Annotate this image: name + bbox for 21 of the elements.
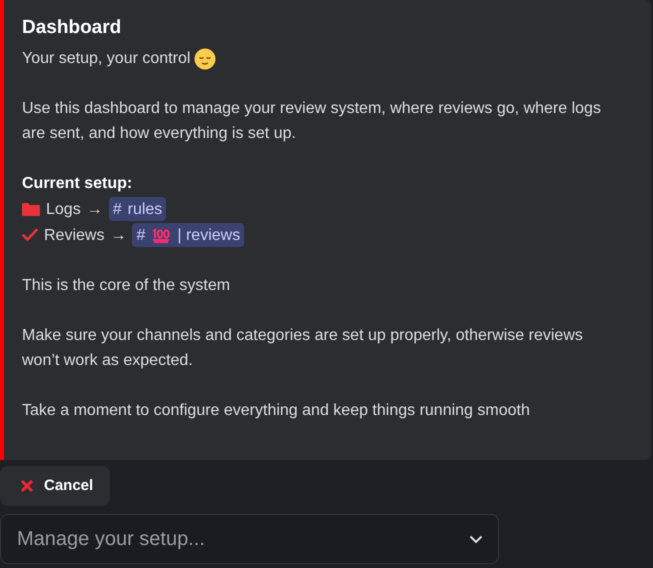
close-icon — [20, 479, 34, 493]
channel-mention[interactable]: # rules — [108, 197, 166, 221]
setup-label: Logs — [46, 200, 81, 220]
check-icon — [22, 228, 38, 242]
cancel-button[interactable]: Cancel — [0, 466, 110, 506]
paragraph-text: Take a moment to configure everything and keep things running smooth — [22, 401, 531, 421]
embed-title: Dashboard — [22, 16, 122, 40]
arrow-text: → — [86, 200, 103, 220]
channel-mention[interactable]: # | reviews — [132, 223, 244, 247]
paragraph-text: Make sure your channels and categories are set up properly, otherwise reviews won’t work as expected. — [22, 326, 584, 371]
tagline-text: Your setup, your control — [22, 49, 190, 69]
arrow-text: → — [110, 226, 126, 246]
intro-text: Use this dashboard to manage your review system, where reviews go, where logs are sent, and how everything is set up. — [22, 99, 602, 144]
hundred-points-icon — [151, 227, 172, 243]
folder-icon — [22, 202, 40, 216]
setup-label: Reviews — [44, 226, 104, 246]
setup-heading: Current setup: — [22, 174, 132, 194]
select-field[interactable]: Manage your setup... — [0, 514, 499, 564]
paragraph-text: This is the core of the system — [22, 276, 232, 296]
relieved-face-icon — [194, 48, 216, 70]
chevron-down-icon — [469, 535, 483, 544]
